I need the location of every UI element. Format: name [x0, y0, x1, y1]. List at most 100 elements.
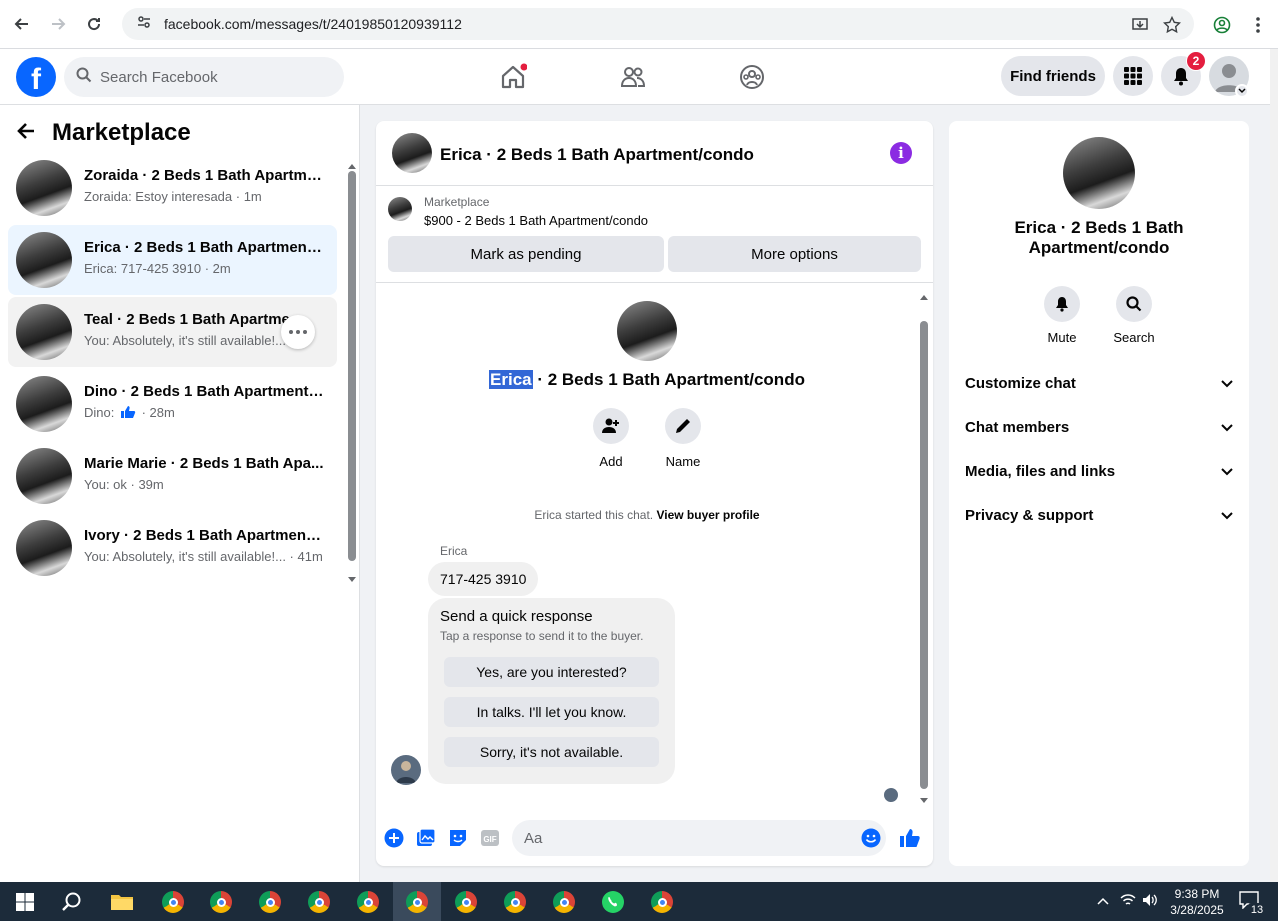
conversation-preview: You: Absolutely, it's still available!..…: [84, 549, 323, 564]
bell-icon[interactable]: [1044, 286, 1080, 322]
gif-icon[interactable]: GIF: [479, 827, 501, 849]
conversation-item[interactable]: Zoraida · 2 Beds 1 Bath Apartme... Zorai…: [8, 153, 337, 223]
view-buyer-profile-link[interactable]: View buyer profile: [656, 508, 759, 522]
network-icon[interactable]: [1120, 893, 1136, 910]
chat-avatar[interactable]: [392, 133, 432, 173]
facebook-logo-icon[interactable]: f: [16, 57, 56, 97]
volume-icon[interactable]: [1142, 893, 1158, 910]
bookmark-star-icon[interactable]: [1161, 14, 1183, 36]
chrome-profile-icon[interactable]: [257, 889, 283, 915]
chrome-profile-icon[interactable]: [551, 889, 577, 915]
chrome-profile-icon[interactable]: [306, 889, 332, 915]
sender-name: Erica: [440, 544, 468, 558]
tray-chevron-up-icon[interactable]: [1097, 893, 1109, 908]
search-icon[interactable]: [59, 889, 85, 915]
conversation-name: Erica · 2 Beds 1 Bath Apartment/condo: [376, 370, 918, 390]
emoji-icon[interactable]: [860, 827, 882, 849]
search-input[interactable]: [100, 68, 320, 86]
section-label: Privacy & support: [965, 506, 1094, 524]
windows-start-icon[interactable]: [12, 889, 38, 915]
reload-icon[interactable]: [82, 12, 106, 36]
message-composer: GIF: [376, 816, 933, 866]
name-action[interactable]: Name: [653, 408, 713, 469]
conversation-preview: Erica: 717-425 3910 · 2m: [84, 261, 231, 276]
profile-icon[interactable]: [1211, 14, 1233, 36]
plus-circle-icon[interactable]: [383, 827, 405, 849]
mute-action[interactable]: Mute: [1032, 286, 1092, 345]
listing-price-title[interactable]: $900 - 2 Beds 1 Bath Apartment/condo: [424, 213, 648, 228]
page-scrollbar[interactable]: [1270, 49, 1278, 882]
marketplace-sidebar: Marketplace Zoraida · 2 Beds 1 Bath Apar…: [0, 105, 360, 882]
chrome-profile-icon-active[interactable]: [404, 889, 430, 915]
chat-scroll-down-icon[interactable]: [919, 792, 929, 810]
scroll-down-arrow-icon[interactable]: [347, 571, 357, 589]
sidebar-title: Marketplace: [52, 119, 191, 146]
chrome-profile-icon[interactable]: [355, 889, 381, 915]
whatsapp-icon[interactable]: [600, 889, 626, 915]
account-chevron-icon[interactable]: [1235, 84, 1249, 98]
clock[interactable]: 9:38 PM 3/28/2025: [1168, 886, 1226, 918]
photo-icon[interactable]: [415, 827, 437, 849]
chat-scrollbar[interactable]: [920, 321, 928, 789]
pencil-icon[interactable]: [665, 408, 701, 444]
home-icon[interactable]: [497, 61, 529, 93]
conversation-item[interactable]: Ivory · 2 Beds 1 Bath Apartment/... You:…: [8, 513, 337, 583]
chevron-down-icon: [1221, 419, 1233, 436]
search-action[interactable]: Search: [1104, 286, 1164, 345]
conversation-item[interactable]: Dino · 2 Beds 1 Bath Apartment/... Dino:…: [8, 369, 337, 439]
groups-icon[interactable]: [736, 61, 768, 93]
chrome-profile-icon[interactable]: [502, 889, 528, 915]
listing-thumbnail: [16, 232, 72, 288]
install-app-icon[interactable]: [1129, 14, 1151, 36]
sidebar-header: Marketplace: [16, 117, 191, 149]
quick-response-button[interactable]: Sorry, it's not available.: [444, 737, 659, 767]
customize-chat-section[interactable]: Customize chat: [965, 371, 1233, 395]
chrome-icon[interactable]: [208, 889, 234, 915]
message-input[interactable]: [512, 820, 886, 856]
search-box[interactable]: [64, 57, 344, 97]
media-files-links-section[interactable]: Media, files and links: [965, 459, 1233, 483]
more-options-icon[interactable]: [281, 315, 315, 349]
menu-grid-icon[interactable]: [1113, 56, 1153, 96]
chrome-profile-icon[interactable]: [649, 889, 675, 915]
listing-thumbnail[interactable]: [388, 197, 412, 221]
chat-info-panel: Erica · 2 Beds 1 Bath Apartment/condo Mu…: [949, 121, 1249, 866]
chat-started-notice: Erica started this chat. View buyer prof…: [376, 508, 918, 522]
file-explorer-icon[interactable]: [109, 889, 135, 915]
conversation-item[interactable]: Marie Marie · 2 Beds 1 Bath Apa... You: …: [8, 441, 337, 511]
friends-icon[interactable]: [617, 61, 649, 93]
windows-taskbar: 9:38 PM 3/28/2025 13: [0, 882, 1278, 921]
conversation-item[interactable]: Teal · 2 Beds 1 Bath Apartme... You: Abs…: [8, 297, 337, 367]
back-arrow-icon[interactable]: [16, 121, 36, 146]
sticker-icon[interactable]: [447, 827, 469, 849]
menu-kebab-icon[interactable]: [1247, 14, 1269, 36]
add-person-icon[interactable]: [593, 408, 629, 444]
back-icon[interactable]: [10, 12, 34, 36]
message-bubble[interactable]: 717-425 3910: [428, 562, 539, 596]
chrome-profile-icon[interactable]: [160, 889, 186, 915]
quick-response-button[interactable]: Yes, are you interested?: [444, 657, 659, 687]
chrome-profile-icon[interactable]: [453, 889, 479, 915]
info-name: Erica · 2 Beds 1 Bath Apartment/condo: [1014, 218, 1184, 257]
address-bar[interactable]: facebook.com/messages/t/2401985012093911…: [122, 8, 1194, 40]
conversation-title: Marie Marie · 2 Beds 1 Bath Apa...: [84, 455, 324, 472]
site-info-icon[interactable]: [136, 14, 152, 35]
quick-response-button[interactable]: In talks. I'll let you know.: [444, 697, 659, 727]
more-options-button[interactable]: More options: [668, 236, 921, 272]
info-icon[interactable]: i: [890, 142, 912, 164]
seen-indicator-avatar: [884, 788, 898, 802]
chat-scroll-up-icon[interactable]: [919, 288, 929, 306]
chat-members-section[interactable]: Chat members: [965, 415, 1233, 439]
chat-title[interactable]: Erica · 2 Beds 1 Bath Apartment/condo: [440, 145, 754, 165]
sidebar-scrollbar[interactable]: [348, 171, 356, 561]
forward-icon[interactable]: [46, 12, 70, 36]
find-friends-button[interactable]: Find friends: [1001, 56, 1105, 96]
thumbs-up-icon[interactable]: [899, 827, 921, 849]
conversation-name-rest: · 2 Beds 1 Bath Apartment/condo: [532, 370, 805, 389]
privacy-support-section[interactable]: Privacy & support: [965, 503, 1233, 527]
search-icon[interactable]: [1116, 286, 1152, 322]
notification-count-badge: 13: [1248, 903, 1266, 917]
conversation-item-active[interactable]: Erica · 2 Beds 1 Bath Apartment/... Eric…: [8, 225, 337, 295]
mark-pending-button[interactable]: Mark as pending: [388, 236, 664, 272]
add-action[interactable]: Add: [581, 408, 641, 469]
